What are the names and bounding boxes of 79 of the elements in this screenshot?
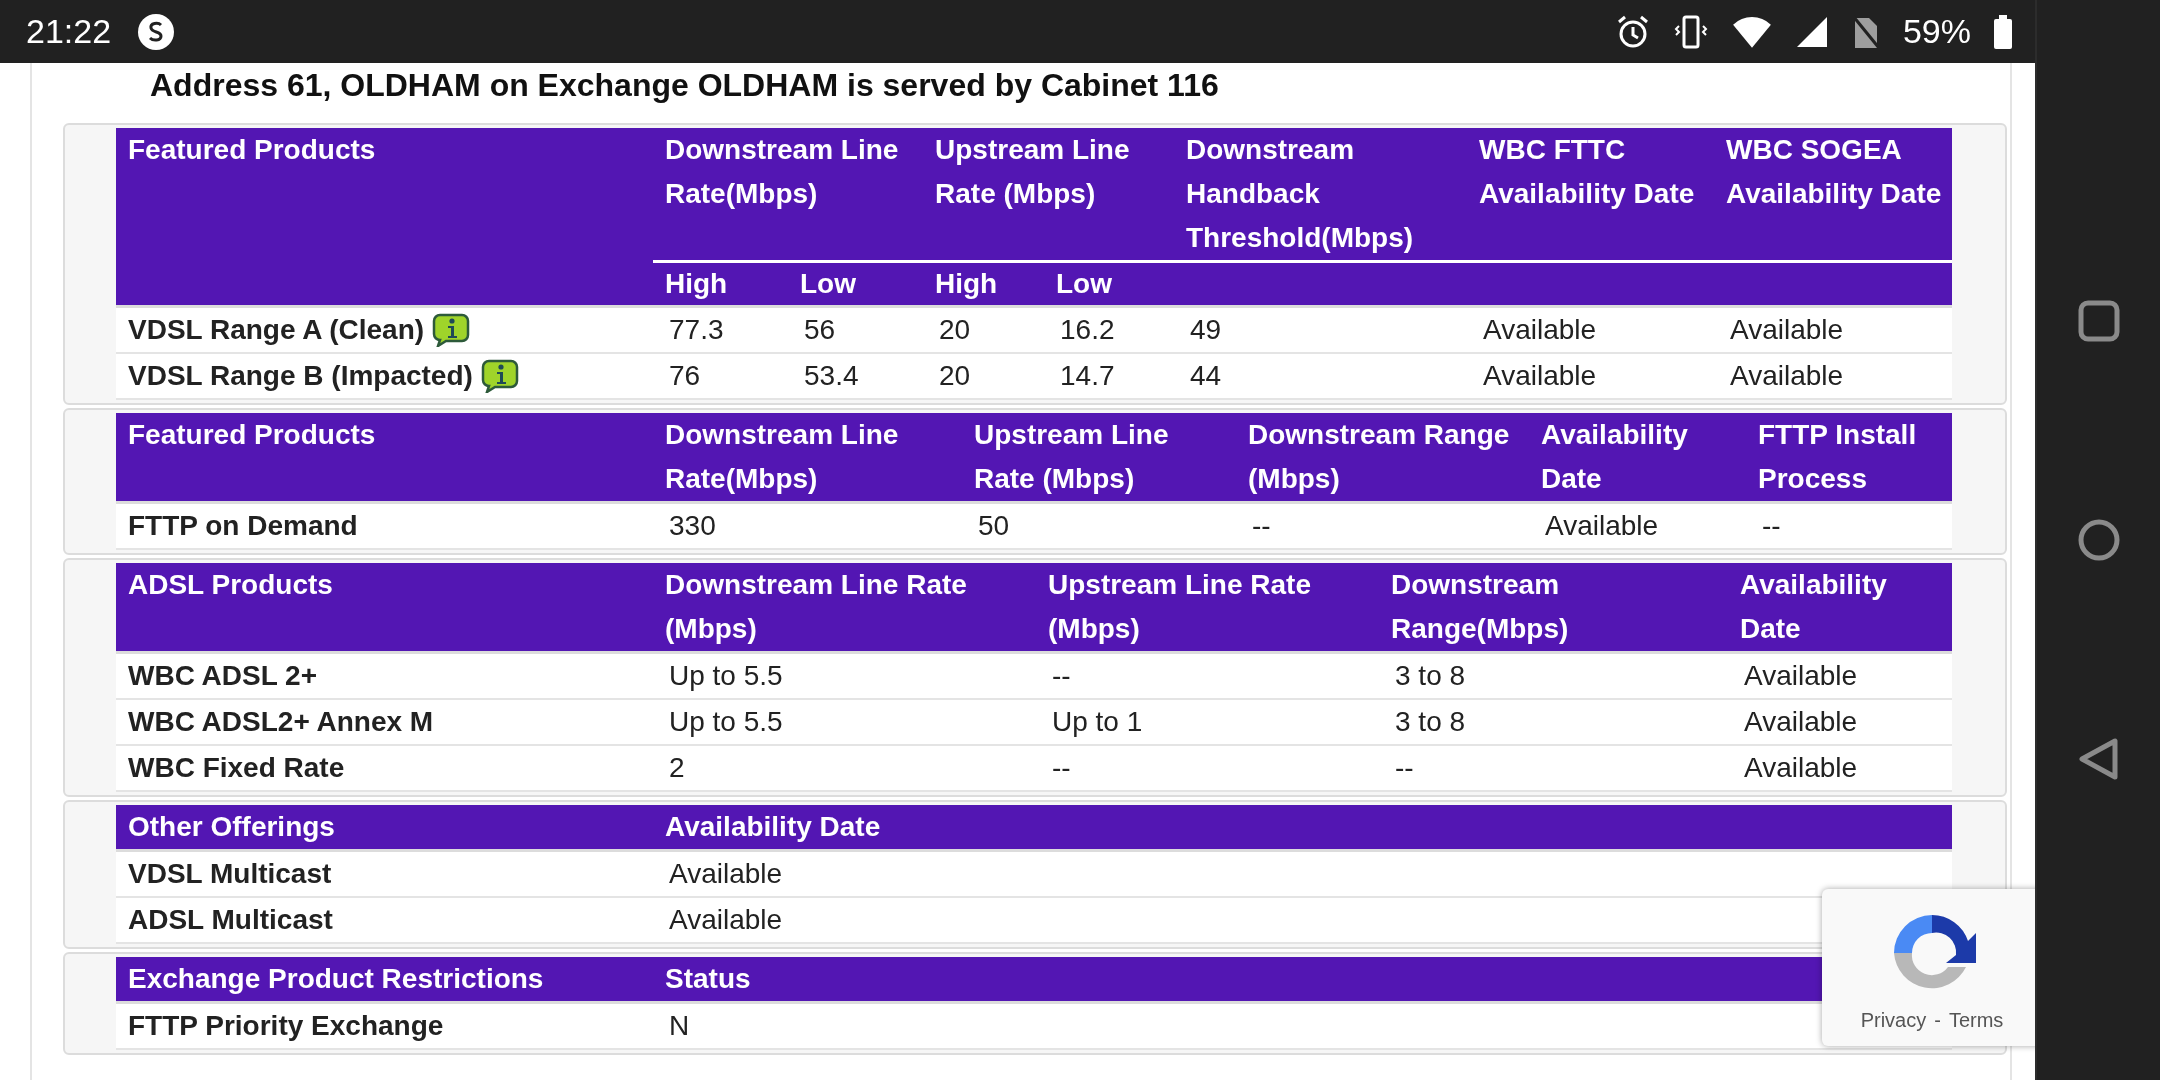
table-cell: 44 [1174,353,1467,399]
column-header: Upstream Line Rate (Mbps) [962,413,1236,503]
back-icon[interactable] [2076,737,2121,781]
info-bubble-icon[interactable] [432,313,471,347]
battery-icon [1993,13,2013,50]
column-header: Availability Date [1529,413,1746,503]
column-header: Downstream Range(Mbps) [1379,563,1728,653]
table-cell: Available [1529,502,1746,549]
product-name: WBC Fixed Rate [116,745,653,791]
table-cell: 330 [653,502,962,549]
column-header: WBC SOGEA Availability Date [1714,128,1952,262]
product-name: VDSL Multicast [116,850,653,897]
table-cell: Up to 5.5 [653,652,1036,699]
product-name: VDSL Range A (Clean) [128,314,425,346]
table-cell: 53.4 [788,353,923,399]
address-heading: Address 61, OLDHAM on Exchange OLDHAM is served by Cabinet 116 [149,66,1220,105]
product-name: FTTP Priority Exchange [116,1002,653,1049]
table-cell: Up to 1 [1036,699,1379,745]
product-name: WBC ADSL 2+ [116,652,653,699]
table-cell: 50 [962,502,1236,549]
column-header: Exchange Product Restrictions [116,957,653,1003]
table-cell: 77.3 [653,306,788,353]
battery-percentage: 59% [1902,12,1971,51]
table-cell: 3 to 8 [1379,699,1728,745]
info-bubble-icon[interactable] [480,359,519,393]
table-cell: 76 [653,353,788,399]
table-cell: 2 [653,745,1036,791]
column-header: WBC FTTC Availability Date [1467,128,1714,262]
column-header: Downstream Line Rate (Mbps) [653,563,1036,653]
column-subheader: High [653,261,788,307]
vibrate-icon [1672,13,1709,50]
column-header: Availability Date [653,805,1952,851]
table-cell: Available [653,850,1952,897]
table-cell: -- [1379,745,1728,791]
table-cell: 20 [923,353,1044,399]
table-cell: 14.7 [1044,353,1174,399]
table-cell: Up to 5.5 [653,699,1036,745]
recent-apps-icon[interactable] [2076,299,2121,343]
table-cell: Available [1467,306,1714,353]
product-name: FTTP on Demand [116,502,653,549]
column-subheader: Low [788,261,923,307]
table-cell: -- [1036,745,1379,791]
privacy-link[interactable]: Privacy [1860,1009,1927,1032]
terms-link[interactable]: Terms [1948,1009,2004,1032]
table-cell: Available [1728,745,1952,791]
table-cell: Available [1728,652,1952,699]
table-cell: 3 to 8 [1379,652,1728,699]
column-header: Availability Date [1728,563,1952,653]
table-cell: 20 [923,306,1044,353]
table-cell: Available [1467,353,1714,399]
column-header: Downstream Line Rate(Mbps) [653,413,962,503]
table-cell: Available [1714,353,1952,399]
table-cell: 49 [1174,306,1467,353]
table-cell: Available [1728,699,1952,745]
product-name: ADSL Multicast [116,897,653,943]
column-header: Downstream Line Rate(Mbps) [653,128,923,262]
column-subheader: Low [1044,261,1174,307]
table-cell: -- [1036,652,1379,699]
table-cell: 16.2 [1044,306,1174,353]
clock-time: 21:22 [26,12,112,51]
table-cell: -- [1236,502,1529,549]
column-header: FTTP Install Process [1746,413,1952,503]
table-cell: 56 [788,306,923,353]
column-header: Upstream Line Rate (Mbps) [1036,563,1379,653]
home-icon[interactable] [2076,518,2121,562]
column-subheader: High [923,261,1044,307]
column-header: Upstream Line Rate (Mbps) [923,128,1174,262]
column-header: ADSL Products [116,563,653,653]
column-header: Downstream Handback Threshold(Mbps) [1174,128,1467,262]
column-header: Downstream Range (Mbps) [1236,413,1529,503]
column-header: Featured Products [116,413,653,503]
table-cell: Available [1714,306,1952,353]
column-header: Featured Products [116,128,653,307]
column-header: Other Offerings [116,805,653,851]
product-name: WBC ADSL2+ Annex M [116,699,653,745]
product-name: VDSL Range B (Impacted) [128,360,473,392]
app-notification-icon [137,12,176,51]
link-separator: - [1934,1009,1941,1032]
table-cell: -- [1746,502,1952,549]
